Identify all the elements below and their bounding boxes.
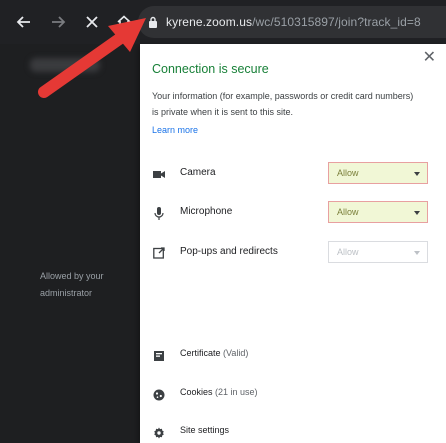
permission-row-popups: Pop-ups and redirects Allow	[152, 241, 434, 265]
chevron-down-icon	[414, 251, 420, 255]
certificate-link[interactable]: Certificate (Valid)	[180, 348, 248, 358]
cookies-row[interactable]: Cookies (21 in use)	[152, 383, 402, 403]
url-text[interactable]: kyrene.zoom.us/wc/510315897/join?track_i…	[166, 15, 421, 29]
cookies-link[interactable]: Cookies (21 in use)	[180, 387, 258, 397]
blurred-tab-label	[30, 58, 100, 72]
permission-row-camera: Camera Allow	[152, 162, 434, 186]
popups-label: Pop-ups and redirects	[180, 246, 278, 257]
popup-close-icon[interactable]: ✕	[423, 50, 436, 66]
connection-title: Connection is secure	[152, 62, 269, 76]
camera-icon	[152, 167, 166, 181]
popups-permission-value: Allow	[337, 247, 359, 257]
home-icon[interactable]	[112, 10, 136, 34]
back-arrow-icon[interactable]	[12, 10, 36, 34]
popups-admin-note: Allowed by your administrator	[40, 271, 104, 298]
microphone-permission-select[interactable]: Allow	[328, 201, 428, 223]
connection-description: Your information (for example, passwords…	[152, 91, 414, 117]
permission-row-microphone: Microphone Allow	[152, 201, 434, 225]
browser-toolbar: kyrene.zoom.us/wc/510315897/join?track_i…	[0, 0, 446, 44]
camera-permission-value: Allow	[337, 168, 359, 178]
certificate-label: Certificate	[180, 348, 221, 358]
popups-permission-select[interactable]: Allow	[328, 241, 428, 263]
close-icon[interactable]	[80, 10, 104, 34]
certificate-status: (Valid)	[223, 348, 249, 358]
certificate-icon	[152, 349, 166, 363]
lock-icon[interactable]	[148, 15, 158, 33]
camera-permission-select[interactable]: Allow	[328, 162, 428, 184]
cookies-label: Cookies	[180, 387, 213, 397]
cookies-count: (21 in use)	[215, 387, 258, 397]
microphone-permission-value: Allow	[337, 207, 359, 217]
camera-label: Camera	[180, 167, 216, 178]
site-settings-link[interactable]: Site settings	[180, 425, 229, 435]
cookie-icon	[152, 388, 166, 402]
gear-icon	[152, 426, 166, 440]
chevron-down-icon	[414, 172, 420, 176]
url-host: kyrene.zoom.us	[166, 15, 253, 29]
url-path: /wc/510315897/join?track_id=8	[252, 15, 421, 29]
microphone-label: Microphone	[180, 206, 233, 217]
forward-arrow-icon[interactable]	[46, 10, 70, 34]
popup-icon	[152, 246, 166, 260]
chevron-down-icon	[414, 211, 420, 215]
page-background	[0, 44, 140, 443]
site-settings-row[interactable]: Site settings	[152, 421, 402, 441]
certificate-row[interactable]: Certificate (Valid)	[152, 344, 402, 364]
learn-more-link[interactable]: Learn more	[152, 125, 198, 135]
address-bar[interactable]: kyrene.zoom.us/wc/510315897/join?track_i…	[138, 6, 446, 38]
microphone-icon	[152, 206, 166, 220]
